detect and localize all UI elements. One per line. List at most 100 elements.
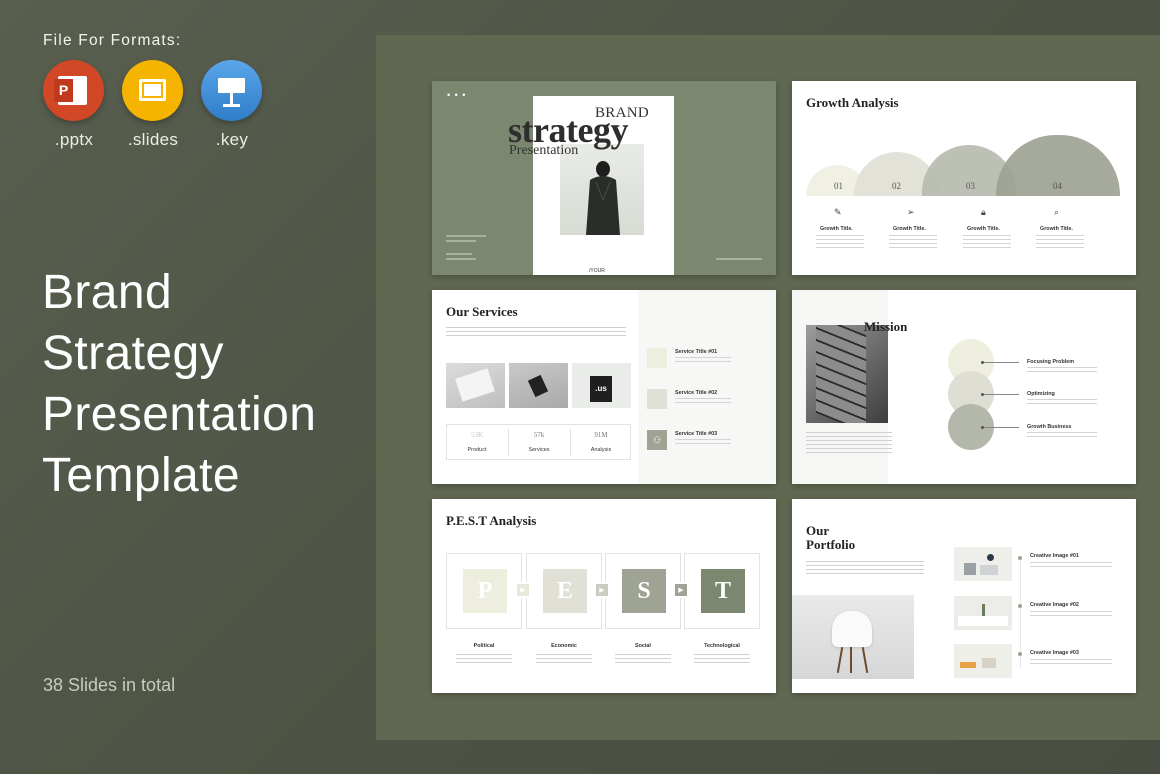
slide-title: P.E.S.T Analysis bbox=[446, 513, 537, 528]
growth-number: 01 bbox=[834, 181, 843, 191]
portfolio-image bbox=[954, 547, 1012, 581]
service-title: Service Title #02 bbox=[675, 390, 718, 396]
growth-number: 03 bbox=[966, 181, 975, 191]
service-text bbox=[675, 357, 731, 365]
format-slides: .slides bbox=[122, 60, 184, 150]
pest-letter: S bbox=[622, 569, 666, 613]
keynote-icon bbox=[201, 60, 262, 121]
formats-title: File For Formats: bbox=[43, 32, 182, 49]
title-line: Portfolio bbox=[806, 537, 856, 552]
pest-box: T bbox=[684, 553, 760, 629]
slide-title: Our Services bbox=[446, 304, 518, 319]
slide-cover: • • • /YOUR BRAND strategy Presentation bbox=[432, 81, 776, 275]
pest-letter: T bbox=[701, 569, 745, 613]
pest-box: E bbox=[526, 553, 602, 629]
service-icon bbox=[647, 348, 667, 368]
growth-item-title: Growth Title. bbox=[1040, 226, 1073, 232]
growth-item-text bbox=[1036, 235, 1084, 249]
user-icon: ⚇ bbox=[647, 430, 667, 450]
slide-title: Mission bbox=[864, 319, 908, 334]
growth-item-title: Growth Title. bbox=[967, 226, 1000, 232]
slide-count: 38 Slides in total bbox=[43, 675, 176, 695]
menu-dots-icon: • • • bbox=[447, 90, 467, 100]
portfolio-item-text bbox=[1030, 659, 1112, 667]
mission-item-text bbox=[1027, 432, 1097, 440]
growth-number: 02 bbox=[892, 181, 901, 191]
mission-item-text bbox=[1027, 399, 1097, 407]
portfolio-image bbox=[954, 596, 1012, 630]
format-key: .key bbox=[201, 60, 263, 150]
pest-box: P bbox=[446, 553, 522, 629]
connector-line bbox=[981, 394, 1019, 395]
connector-dot bbox=[981, 393, 984, 396]
portfolio-item-title: Creative Image #02 bbox=[1030, 602, 1079, 608]
powerpoint-icon: P bbox=[43, 60, 104, 121]
growth-item-text bbox=[963, 235, 1011, 249]
timeline-dot bbox=[1018, 556, 1022, 560]
format-pptx: P .pptx bbox=[43, 60, 105, 150]
chair-image bbox=[792, 595, 914, 679]
portfolio-item-text bbox=[1030, 562, 1112, 570]
format-label: .key bbox=[215, 130, 249, 149]
cover-your-label: /YOUR bbox=[589, 268, 605, 274]
cover-small-text bbox=[446, 235, 486, 237]
service-title: Service Title #03 bbox=[675, 431, 718, 437]
slide-title: Growth Analysis bbox=[806, 95, 899, 110]
pest-text bbox=[615, 654, 671, 666]
slide-title: Our Portfolio bbox=[806, 524, 855, 552]
portfolio-item-title: Creative Image #03 bbox=[1030, 650, 1079, 656]
stat-value: 53K bbox=[470, 431, 484, 439]
phone-image bbox=[509, 363, 568, 408]
services-intro-text bbox=[446, 327, 626, 336]
portfolio-image bbox=[954, 644, 1012, 678]
mission-item-text bbox=[1027, 367, 1097, 375]
stat-label: Product bbox=[467, 447, 487, 453]
slide-our-portfolio: Our Portfolio Creative Image #01 Creativ… bbox=[792, 499, 1136, 693]
timeline-dot bbox=[1018, 652, 1022, 656]
stat-value: 91M bbox=[594, 431, 608, 439]
growth-item-text bbox=[816, 235, 864, 249]
stat-value: 57k bbox=[533, 431, 545, 439]
slide-mission: Mission Focusing Problem Optimizing Grow… bbox=[792, 290, 1136, 484]
pest-letter: E bbox=[543, 569, 587, 613]
mission-item-title: Growth Business bbox=[1027, 424, 1072, 430]
service-title: Service Title #01 bbox=[675, 349, 718, 355]
headline-line: Strategy bbox=[42, 327, 224, 380]
format-label: .slides bbox=[127, 130, 179, 149]
stat-label: Services bbox=[528, 447, 550, 453]
search-icon: ⌕ bbox=[1054, 207, 1060, 217]
pest-text bbox=[456, 654, 512, 666]
arrow-right-icon: ▶ bbox=[594, 582, 610, 598]
pest-letter: P bbox=[463, 569, 507, 613]
cover-presentation: Presentation bbox=[509, 143, 579, 158]
pest-text bbox=[536, 654, 592, 666]
growth-item-title: Growth Title. bbox=[820, 226, 853, 232]
mission-item-title: Focusing Problem bbox=[1027, 359, 1075, 365]
headline-line: Template bbox=[42, 449, 240, 502]
connector-line bbox=[981, 362, 1019, 363]
growth-number: 04 bbox=[1053, 181, 1062, 191]
bag-label: .us bbox=[590, 376, 612, 402]
growth-item-text bbox=[889, 235, 937, 249]
mission-text bbox=[806, 432, 892, 456]
timeline-dot bbox=[1018, 604, 1022, 608]
slide-our-services: Our Services .us 53K 57k 91M Product Ser… bbox=[432, 290, 776, 484]
slide-growth-analysis: Growth Analysis 01 02 03 04 ✎ ➢ 🔒︎ ⌕ Gro… bbox=[792, 81, 1136, 275]
portfolio-intro-text bbox=[806, 561, 924, 576]
service-icon bbox=[647, 389, 667, 409]
portfolio-item-title: Creative Image #01 bbox=[1030, 553, 1079, 559]
portfolio-item-text bbox=[1030, 611, 1112, 619]
pest-box: S bbox=[605, 553, 681, 629]
stat-label: Analysis bbox=[590, 447, 612, 453]
connector-line bbox=[981, 427, 1019, 428]
person-image bbox=[586, 161, 620, 235]
title-line: Our bbox=[806, 523, 830, 538]
pen-icon: ✎ bbox=[834, 207, 842, 217]
pest-label: Political bbox=[473, 643, 495, 649]
growth-item-title: Growth Title. bbox=[893, 226, 926, 232]
lock-icon: 🔒︎ bbox=[981, 207, 986, 217]
arrow-right-icon: ▶ bbox=[515, 582, 531, 598]
google-slides-icon bbox=[122, 60, 183, 121]
cover-small-text bbox=[446, 240, 476, 242]
send-icon: ➢ bbox=[907, 207, 915, 217]
